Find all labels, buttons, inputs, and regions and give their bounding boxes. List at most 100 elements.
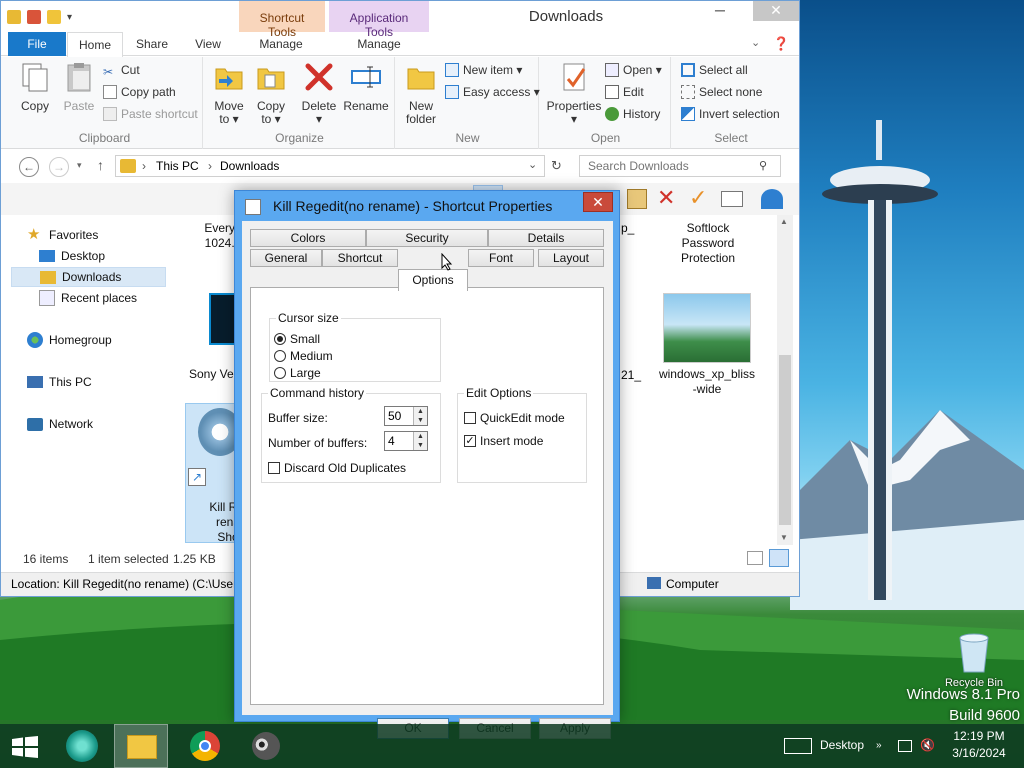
history-button[interactable]: History	[605, 105, 660, 123]
paste-icon[interactable]	[627, 189, 647, 209]
cut-button[interactable]: ✂ Cut	[103, 61, 140, 79]
shell-icon[interactable]	[761, 189, 783, 209]
dialog-close-button[interactable]: ✕	[583, 192, 613, 212]
taskbar-file-explorer[interactable]	[114, 724, 168, 768]
nav-favorites[interactable]: ★ Favorites	[27, 225, 98, 245]
breadcrumb-this-pc[interactable]: This PC	[156, 159, 199, 173]
details-view-icon[interactable]	[747, 551, 763, 565]
forward-button[interactable]: →	[49, 157, 69, 177]
tab-shortcut[interactable]: Shortcut	[322, 249, 398, 267]
tab-options[interactable]: Options	[398, 269, 468, 291]
tab-file[interactable]: File	[8, 32, 66, 56]
tab-layout[interactable]: Layout	[538, 249, 604, 267]
insert-mode-checkbox[interactable]: ✓ Insert mode	[464, 433, 543, 449]
copy-to-button[interactable]: Copy to ▾	[251, 61, 291, 126]
window-icon[interactable]	[721, 191, 743, 207]
chevron-down-icon[interactable]: ⌄	[751, 36, 760, 49]
tab-details[interactable]: Details	[488, 229, 604, 247]
tab-view[interactable]: View	[181, 32, 235, 56]
folder-icon[interactable]	[7, 10, 21, 24]
tab-security[interactable]: Security	[366, 229, 488, 247]
open-button[interactable]: Open ▾	[605, 61, 662, 79]
nav-homegroup[interactable]: Homegroup	[27, 330, 112, 350]
new-folder-button[interactable]: New folder	[401, 61, 441, 126]
chevron-up-icon[interactable]: »	[876, 740, 882, 751]
large-icons-view-icon[interactable]	[769, 549, 789, 567]
taskbar-chrome[interactable]	[178, 724, 232, 768]
speaker-muted-icon[interactable]: 🔇	[920, 738, 935, 752]
scissors-icon: ✂	[103, 65, 114, 79]
new-folder-icon[interactable]	[47, 10, 61, 24]
delete-button[interactable]: Delete ▾	[299, 61, 339, 126]
minimize-button[interactable]: ─	[705, 1, 735, 21]
tab-home[interactable]: Home	[67, 32, 123, 57]
edit-button[interactable]: Edit	[605, 83, 644, 101]
quickedit-checkbox[interactable]: QuickEdit mode	[464, 410, 565, 426]
file-tile[interactable]: Softlock Password Protection	[663, 221, 753, 266]
tab-font[interactable]: Font	[468, 249, 534, 267]
cursor-medium-radio[interactable]: Medium	[274, 348, 333, 364]
select-all-button[interactable]: Select all	[681, 61, 748, 79]
nav-this-pc[interactable]: This PC	[27, 372, 92, 392]
scroll-up-icon[interactable]: ▲	[780, 217, 788, 226]
close-button[interactable]: ✕	[753, 1, 799, 21]
paste-button[interactable]: Paste	[57, 61, 101, 113]
refresh-icon[interactable]: ↻	[551, 158, 562, 174]
delete-x-icon[interactable]: ✕	[657, 185, 675, 211]
taskbar-raccoon-app[interactable]	[238, 724, 292, 768]
back-button[interactable]: ←	[19, 157, 39, 177]
copy-button[interactable]: Copy	[13, 61, 57, 113]
scrollbar-thumb[interactable]	[779, 355, 791, 525]
spin-arrows-icon[interactable]: ▲ ▼	[413, 407, 427, 425]
new-item-button[interactable]: New item ▾	[445, 61, 522, 79]
vertical-scrollbar[interactable]: ▲ ▼	[777, 215, 793, 545]
chevron-down-icon[interactable]: ▾	[67, 12, 72, 23]
move-to-button[interactable]: Move to ▾	[209, 61, 249, 126]
address-bar[interactable]: › This PC › Downloads ⌄	[115, 155, 545, 177]
paste-shortcut-button[interactable]: Paste shortcut	[103, 105, 198, 123]
taskbar-app-1[interactable]	[56, 724, 110, 768]
paste-label: Paste	[63, 99, 95, 113]
tab-manage-shortcut[interactable]: Manage	[245, 32, 317, 56]
network-tray-icon[interactable]	[898, 740, 912, 752]
search-input[interactable]	[579, 155, 781, 177]
num-buffers-stepper[interactable]: 4 ▲ ▼	[384, 431, 428, 451]
nav-network[interactable]: Network	[27, 414, 93, 434]
breadcrumb-separator-icon[interactable]: ›	[208, 159, 212, 173]
breadcrumb-downloads[interactable]: Downloads	[220, 159, 279, 173]
copy-path-button[interactable]: Copy path	[103, 83, 176, 101]
nav-desktop[interactable]: Desktop	[39, 246, 105, 266]
up-arrow-icon[interactable]: ↑	[97, 157, 104, 173]
desktop-toolbar-label[interactable]: Desktop	[820, 738, 864, 752]
rename-button[interactable]: Rename	[341, 61, 391, 113]
checkbox-unchecked-icon	[268, 462, 280, 474]
help-icon[interactable]: ❓	[773, 36, 793, 52]
discard-duplicates-checkbox[interactable]: Discard Old Duplicates	[268, 460, 406, 476]
start-button[interactable]	[0, 724, 54, 768]
breadcrumb-separator-icon[interactable]: ›	[142, 159, 146, 173]
easy-access-button[interactable]: Easy access ▾	[445, 83, 540, 101]
tab-general[interactable]: General	[250, 249, 322, 267]
taskbar-clock[interactable]: 12:19 PM 3/16/2024	[936, 728, 1022, 762]
properties-button[interactable]: Properties ▾	[543, 61, 605, 126]
cursor-large-radio[interactable]: Large	[274, 365, 321, 381]
cursor-small-radio[interactable]: Small	[274, 331, 320, 347]
nav-downloads[interactable]: Downloads	[11, 267, 166, 287]
select-none-button[interactable]: Select none	[681, 83, 762, 101]
tab-colors[interactable]: Colors	[250, 229, 366, 247]
chevron-down-icon[interactable]: ⌄	[528, 158, 537, 171]
recycle-bin-shortcut[interactable]: Recycle Bin	[944, 632, 1004, 692]
buffer-size-stepper[interactable]: 50 ▲ ▼	[384, 406, 428, 426]
properties-icon[interactable]	[27, 10, 41, 24]
invert-selection-button[interactable]: Invert selection	[681, 105, 780, 123]
keyboard-icon[interactable]	[784, 738, 812, 754]
recent-locations-icon[interactable]: ▾	[77, 160, 82, 171]
checkmark-icon[interactable]: ✓	[689, 185, 707, 211]
file-tile[interactable]: windows_xp_bliss -wide	[655, 289, 759, 397]
scroll-down-icon[interactable]: ▼	[780, 533, 788, 542]
tab-share[interactable]: Share	[125, 32, 179, 56]
tab-manage-application[interactable]: Manage	[335, 32, 423, 56]
nav-recent-places[interactable]: Recent places	[39, 288, 137, 308]
spin-arrows-icon[interactable]: ▲ ▼	[413, 432, 427, 450]
command-history-label: Command history	[268, 386, 367, 400]
